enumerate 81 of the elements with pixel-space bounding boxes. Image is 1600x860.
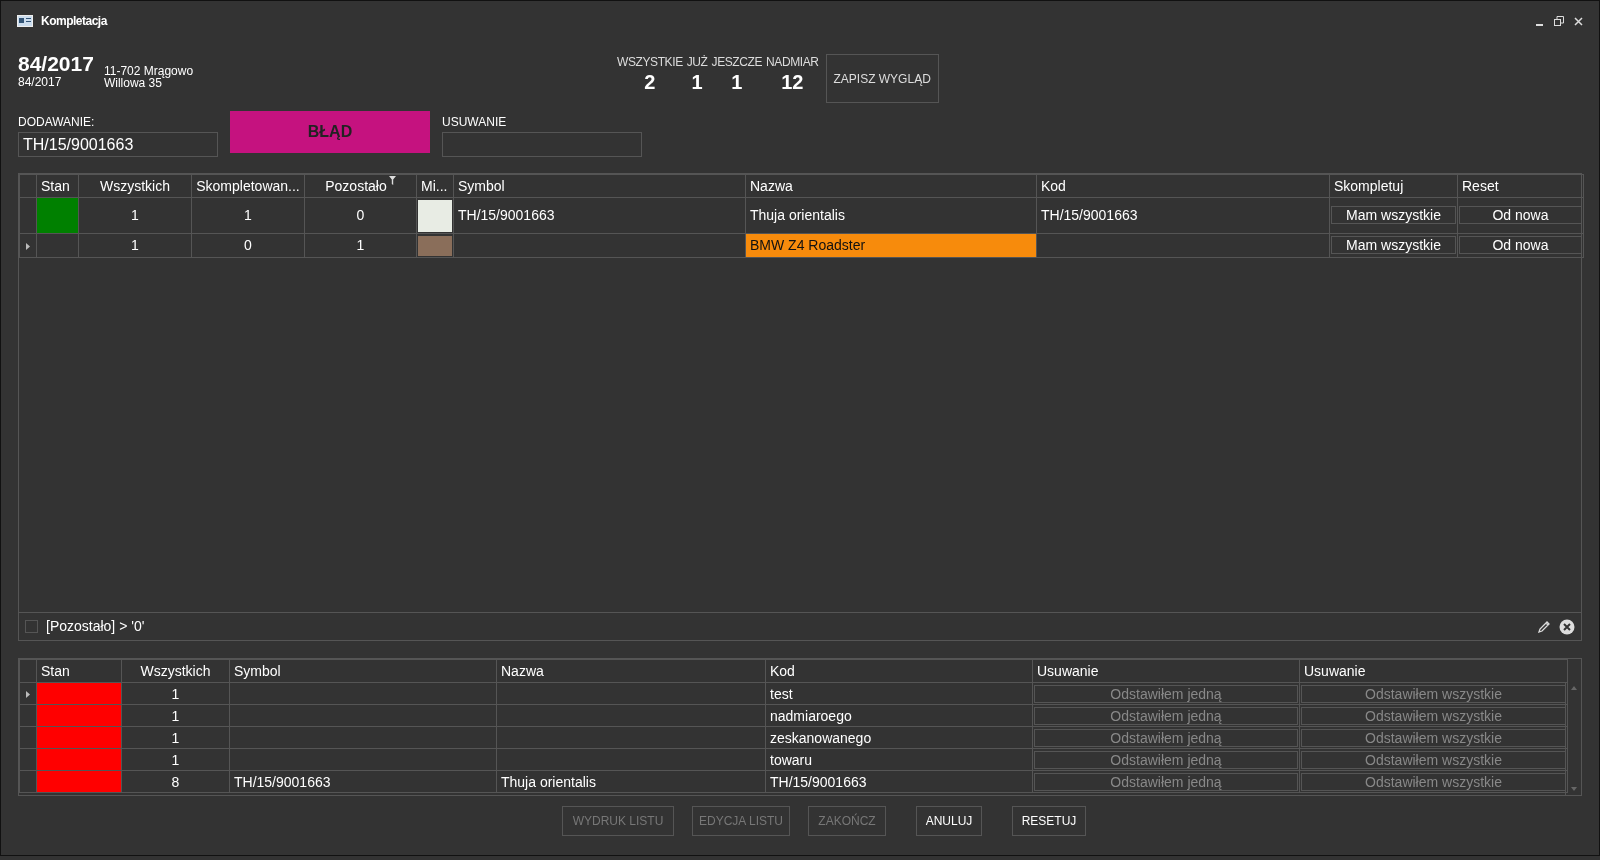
table-cell-text: Thuja orientalis [501, 773, 596, 790]
scroll-down-icon[interactable] [1570, 787, 1577, 791]
table-row-button[interactable]: Odstawiłem wszystkie [1301, 772, 1566, 791]
column-header[interactable]: Symbol [458, 177, 505, 194]
table-row-button[interactable]: Mam wszystkie [1331, 236, 1456, 254]
row-header[interactable] [19, 682, 37, 705]
order-subnumber: 84/2017 [18, 75, 63, 89]
table-row-button[interactable]: Odstawiłem wszystkie [1301, 750, 1566, 769]
table-cell-text: 1 [171, 685, 180, 702]
table-row-button[interactable]: Mam wszystkie [1331, 206, 1456, 224]
table-cell-text: BMW Z4 Roadster [750, 237, 866, 253]
table-cell-text: 1 [131, 207, 139, 223]
close-icon[interactable] [1574, 16, 1583, 26]
filter-expression: [Pozostało] > '0' [46, 617, 145, 636]
table-cell-text: 1 [171, 751, 180, 768]
counter-value: 1 [691, 70, 703, 94]
table-row-button[interactable]: Odstawiłem jedną [1034, 706, 1298, 725]
order-number: 84/2017 [18, 53, 94, 75]
counter-label: JESZCZE [711, 55, 763, 69]
table-cell-text: 1 [131, 237, 139, 253]
window-title: Kompletacja [41, 13, 107, 30]
field-label: DODAWANIE: [18, 115, 96, 129]
current-row-icon [26, 691, 30, 699]
current-row-icon [26, 242, 30, 250]
table-row-button[interactable]: Od nowa [1459, 236, 1582, 254]
column-header[interactable]: Kod [1041, 177, 1066, 194]
counter-value: 1 [731, 70, 743, 94]
table-row-button[interactable]: Odstawiłem wszystkie [1301, 706, 1566, 725]
input-field[interactable] [442, 132, 642, 157]
footer-button[interactable]: ANULUJ [916, 806, 982, 836]
restore-icon[interactable] [1554, 16, 1564, 26]
table-cell-text: test [770, 685, 793, 702]
table-row-button[interactable]: Odstawiłem jedną [1034, 684, 1298, 703]
filter-icon[interactable] [388, 175, 396, 185]
column-header[interactable]: Usuwanie [1304, 663, 1366, 679]
column-header[interactable]: Nazwa [750, 177, 793, 194]
table-cell-text: 1 [171, 707, 180, 724]
table-cell-text: TH/15/9001663 [458, 207, 555, 223]
window-icon [17, 15, 33, 27]
address-line: Willowa 35 [103, 77, 163, 89]
filter-checkbox[interactable] [25, 620, 38, 633]
table-cell-text: 8 [171, 773, 180, 790]
photo-placeholder [418, 235, 452, 256]
table-cell-text: 1 [244, 207, 252, 223]
address-line: 11-702 Mrągowo [103, 65, 194, 77]
row-header[interactable] [19, 233, 37, 258]
table-row-button[interactable]: Odstawiłem wszystkie [1301, 728, 1566, 747]
table-cell-text: TH/15/9001663 [1041, 207, 1138, 223]
counter-label: JUŻ [686, 55, 708, 69]
column-header[interactable]: Kod [770, 663, 795, 679]
table-row-button[interactable]: Odstawiłem jedną [1034, 750, 1298, 769]
table-cell-text: 0 [356, 207, 365, 223]
counter-value: 2 [644, 70, 656, 94]
field-label: USUWANIE [442, 115, 508, 129]
scroll-up-icon[interactable] [1570, 686, 1577, 690]
column-header[interactable]: Usuwanie [1037, 663, 1099, 679]
column-header[interactable]: Nazwa [501, 663, 544, 679]
status-banner: BŁĄD [230, 111, 430, 153]
table-cell-text: TH/15/9001663 [770, 773, 867, 790]
footer-button[interactable]: RESETUJ [1012, 806, 1086, 836]
table-cell-text: 1 [171, 729, 180, 746]
table-cell-text: 0 [244, 237, 252, 253]
clear-filter-icon[interactable] [1559, 618, 1575, 635]
counter-label: NADMIAR [766, 55, 819, 69]
table-cell-text: zeskanowanego [770, 729, 872, 746]
table-cell-text: nadmiaroego [770, 707, 852, 724]
table-cell-text: Thuja orientalis [750, 207, 845, 223]
input-field[interactable]: TH/15/9001663 [18, 132, 218, 157]
table-cell-text: 1 [356, 237, 365, 253]
table-row-button[interactable]: Odstawiłem jedną [1034, 728, 1298, 747]
table-cell-text: towaru [770, 751, 813, 768]
pencil-icon[interactable] [1537, 619, 1551, 634]
counter-label: WSZYSTKIE [617, 55, 683, 69]
counter-value: 12 [781, 70, 804, 94]
photo-placeholder [418, 199, 452, 232]
table-row-button[interactable]: Odstawiłem jedną [1034, 772, 1298, 791]
table-cell-text: TH/15/9001663 [234, 773, 331, 790]
column-header[interactable]: Symbol [234, 663, 281, 679]
save-layout-button[interactable]: ZAPISZ WYGLĄD [825, 54, 939, 103]
table-row-button[interactable]: Odstawiłem wszystkie [1301, 684, 1566, 703]
table-row-button[interactable]: Od nowa [1459, 206, 1582, 224]
